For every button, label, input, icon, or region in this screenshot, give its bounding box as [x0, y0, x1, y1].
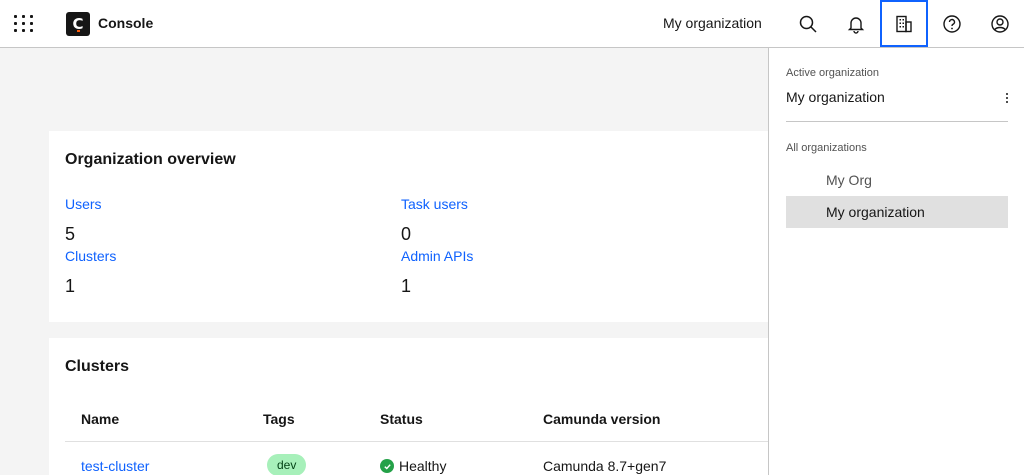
overflow-menu-icon[interactable]: [1001, 90, 1013, 106]
organization-overview-card: Organization overview Users 5 Task users…: [49, 131, 789, 322]
task-users-count: 0: [401, 224, 412, 244]
column-header-name[interactable]: Name: [81, 411, 119, 427]
organization-icon[interactable]: [880, 0, 928, 47]
app-name: Console: [98, 15, 154, 31]
clusters-card: Clusters Name Tags Status Camunda versio…: [49, 338, 789, 475]
admin-apis-count: 1: [401, 276, 412, 296]
clusters-count: 1: [65, 276, 76, 296]
notification-icon[interactable]: [832, 0, 880, 47]
column-header-status[interactable]: Status: [380, 411, 423, 427]
org-item-my-org[interactable]: My Org: [786, 164, 1008, 196]
org-item-my-organization[interactable]: My organization: [786, 196, 1008, 228]
cluster-version: Camunda 8.7+gen7: [543, 458, 667, 474]
tag-badge: dev: [267, 454, 307, 475]
clusters-title: Clusters: [65, 358, 130, 375]
search-icon[interactable]: [784, 0, 832, 47]
overview-title: Organization overview: [65, 151, 236, 168]
top-header: C Console My organization: [0, 0, 1024, 48]
admin-apis-link[interactable]: Admin APIs: [401, 248, 473, 264]
app-switcher-icon[interactable]: [0, 0, 48, 47]
organization-panel: Active organization My organization All …: [768, 48, 1024, 475]
task-users-link[interactable]: Task users: [401, 196, 468, 212]
clusters-link[interactable]: Clusters: [65, 248, 116, 264]
header-org-name: My organization: [663, 15, 762, 31]
all-organizations-label: All organizations: [786, 142, 867, 154]
user-icon[interactable]: [976, 0, 1024, 47]
active-organization-name: My organization: [786, 89, 885, 105]
column-header-tags[interactable]: Tags: [263, 411, 295, 427]
cluster-name-link[interactable]: test-cluster: [81, 458, 149, 474]
users-count: 5: [65, 224, 76, 244]
camunda-logo[interactable]: C: [66, 12, 90, 36]
panel-divider: [786, 121, 1008, 122]
table-divider: [65, 441, 789, 442]
active-organization-label: Active organization: [786, 67, 879, 79]
users-link[interactable]: Users: [65, 196, 102, 212]
column-header-version[interactable]: Camunda version: [543, 411, 660, 427]
help-icon[interactable]: [928, 0, 976, 47]
status-text: Healthy: [399, 458, 447, 474]
check-circle-icon: [380, 459, 394, 473]
status-badge: Healthy: [380, 458, 446, 474]
